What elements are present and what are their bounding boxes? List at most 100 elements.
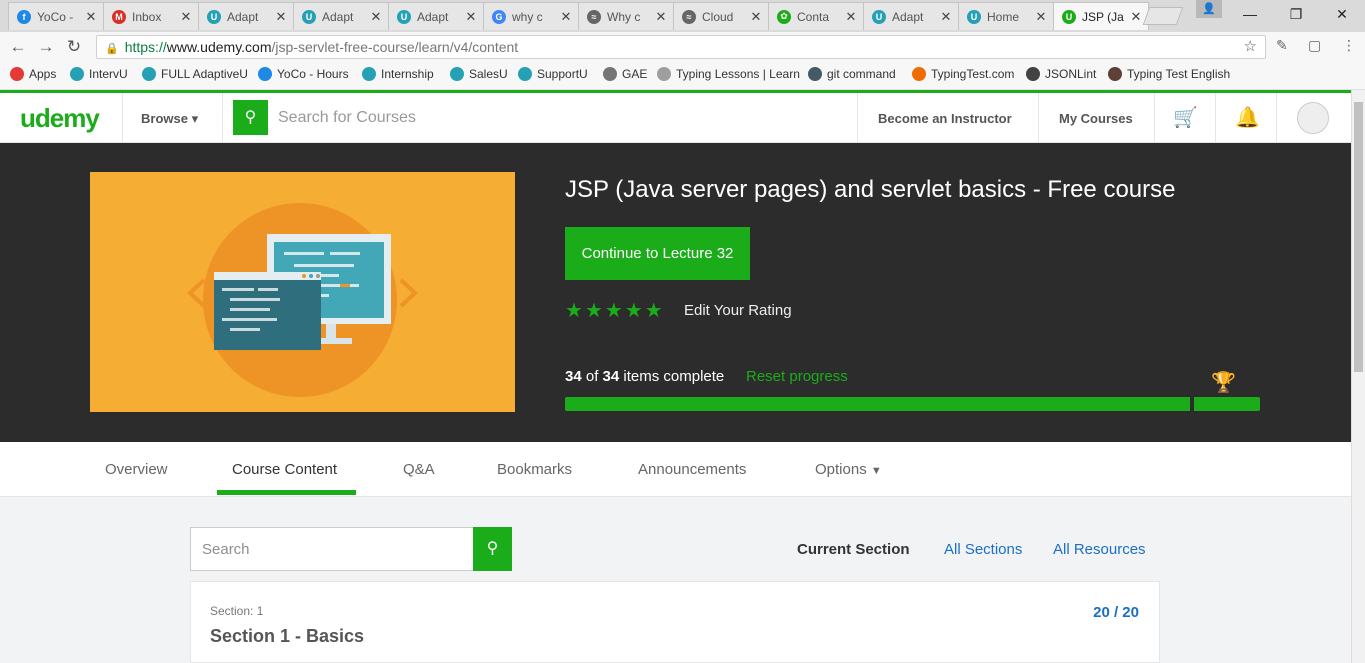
header-search-icon[interactable]: ⚲	[233, 100, 268, 135]
filter-all-sections[interactable]: All Sections	[944, 541, 1022, 558]
bookmark-item[interactable]: FULL AdaptiveU	[142, 67, 248, 81]
star-icon[interactable]: ★	[625, 300, 645, 322]
reset-progress-link[interactable]: Reset progress	[746, 368, 848, 385]
browser-tab-title: Adapt	[322, 9, 354, 24]
bookmark-star-icon[interactable]: ☆	[1244, 36, 1257, 58]
close-tab-icon[interactable]: ✕	[1033, 9, 1049, 25]
scrollbar-thumb[interactable]	[1354, 102, 1363, 372]
forward-arrow-icon[interactable]: →	[35, 36, 57, 58]
bookmark-item[interactable]: GAE	[603, 67, 647, 81]
bookmark-item[interactable]: Typing Lessons | Learn	[657, 67, 800, 81]
close-tab-icon[interactable]: ✕	[558, 9, 574, 25]
bookmark-item[interactable]: IntervU	[70, 67, 128, 81]
course-title: JSP (Java server pages) and servlet basi…	[565, 176, 1176, 203]
browser-tab[interactable]: U JSP (Ja ✕	[1053, 2, 1149, 30]
tab-announcements[interactable]: Announcements	[638, 461, 746, 478]
bookmark-item[interactable]: SupportU	[518, 67, 588, 81]
close-tab-icon[interactable]: ✕	[178, 9, 194, 25]
close-tab-icon[interactable]: ✕	[273, 9, 289, 25]
close-tab-icon[interactable]: ✕	[843, 9, 859, 25]
filter-current-section[interactable]: Current Section	[797, 541, 910, 558]
bookmarks-bar: Apps IntervU FULL AdaptiveU YoCo - Hours Int…	[0, 62, 1365, 90]
apps-grid-icon	[10, 67, 24, 81]
browser-tab-title: Inbox	[132, 9, 162, 24]
become-instructor-link[interactable]: Become an Instructor	[878, 111, 1012, 126]
course-hero: JSP (Java server pages) and servlet basi…	[0, 143, 1351, 442]
content-search-icon[interactable]: ⚲	[473, 527, 512, 571]
close-tab-icon[interactable]: ✕	[748, 9, 764, 25]
browse-menu[interactable]: Browse ▾	[141, 111, 198, 127]
section-card[interactable]: Section: 1 Section 1 - Basics 20 / 20	[190, 581, 1160, 663]
eyedropper-icon[interactable]: ✎	[1276, 37, 1288, 54]
bookmark-favicon-icon	[603, 67, 617, 81]
tab-overview[interactable]: Overview	[105, 461, 168, 478]
minimize-icon[interactable]: —	[1227, 0, 1273, 28]
bell-icon[interactable]: 🔔	[1235, 105, 1260, 130]
browser-tab[interactable]: ≈ Cloud ✕	[673, 2, 769, 30]
bookmark-item[interactable]: git command	[808, 67, 896, 81]
udemy-u-icon: U	[397, 9, 411, 24]
cart-icon[interactable]: 🛒	[1173, 105, 1198, 130]
address-bar[interactable]: 🔒 https://www.udemy.com/jsp-servlet-free-…	[96, 35, 1266, 59]
filter-all-resources[interactable]: All Resources	[1053, 541, 1146, 558]
close-tab-icon[interactable]: ✕	[368, 9, 384, 25]
rating-stars[interactable]: ★★★★★	[565, 298, 665, 323]
edit-rating-link[interactable]: Edit Your Rating	[684, 302, 792, 319]
browser-tab[interactable]: U Adapt ✕	[388, 2, 484, 30]
bookmark-item[interactable]: JSONLint	[1026, 67, 1096, 81]
header-search-input[interactable]	[268, 100, 848, 135]
my-courses-link[interactable]: My Courses	[1059, 111, 1133, 126]
browser-tab[interactable]: U Adapt ✕	[293, 2, 389, 30]
star-icon[interactable]: ★	[645, 300, 665, 322]
close-tab-icon[interactable]: ✕	[653, 9, 669, 25]
extension-icon[interactable]: ▢	[1308, 37, 1321, 54]
close-tab-icon[interactable]: ✕	[463, 9, 479, 25]
browser-tab[interactable]: ✿ Conta ✕	[768, 2, 864, 30]
close-tab-icon[interactable]: ✕	[938, 9, 954, 25]
browser-tab[interactable]: U Adapt ✕	[198, 2, 294, 30]
content-search-input[interactable]	[190, 527, 474, 571]
bookmark-item[interactable]: Typing Test English	[1108, 67, 1230, 81]
close-tab-icon[interactable]: ✕	[1128, 9, 1144, 25]
progress-marker	[1190, 397, 1194, 411]
browser-tab[interactable]: ≈ Why c ✕	[578, 2, 674, 30]
continue-lecture-button[interactable]: Continue to Lecture 32	[565, 227, 750, 280]
section-progress-count: 20 / 20	[1093, 604, 1139, 621]
page-scrollbar[interactable]	[1351, 90, 1365, 663]
restore-icon[interactable]: ❐	[1273, 0, 1319, 28]
bookmark-item[interactable]: YoCo - Hours	[258, 67, 349, 81]
bookmark-favicon-icon	[450, 67, 464, 81]
bookmark-favicon-icon	[362, 67, 376, 81]
progress-bar	[565, 397, 1260, 411]
avatar[interactable]	[1297, 102, 1329, 134]
divider	[122, 93, 123, 143]
tab-options-label: Options	[815, 461, 867, 478]
bookmark-item[interactable]: TypingTest.com	[912, 67, 1014, 81]
bookmark-item[interactable]: SalesU	[450, 67, 508, 81]
close-tab-icon[interactable]: ✕	[83, 9, 99, 25]
browser-tab[interactable]: U Home ✕	[958, 2, 1054, 30]
new-tab-button[interactable]	[1142, 7, 1184, 25]
menu-icon[interactable]: ⋮	[1342, 37, 1356, 54]
close-window-icon[interactable]: ✕	[1319, 0, 1365, 28]
tab-options[interactable]: Options ▼	[815, 461, 882, 478]
udemy-u-icon: U	[302, 9, 316, 24]
back-arrow-icon[interactable]: ←	[7, 36, 29, 58]
tab-qa[interactable]: Q&A	[403, 461, 435, 478]
browser-tab[interactable]: U Adapt ✕	[863, 2, 959, 30]
browser-tab[interactable]: f YoCo - ✕	[8, 2, 104, 30]
udemy-logo[interactable]: udemy	[20, 103, 100, 134]
stack-icon: ≈	[587, 9, 601, 24]
browser-tab[interactable]: M Inbox ✕	[103, 2, 199, 30]
reload-icon[interactable]: ↻	[63, 36, 85, 58]
tab-bookmarks[interactable]: Bookmarks	[497, 461, 572, 478]
browser-tab-title: Home	[987, 9, 1020, 24]
star-icon[interactable]: ★	[585, 300, 605, 322]
tab-course-content[interactable]: Course Content	[232, 461, 337, 478]
profile-icon[interactable]: 👤	[1196, 0, 1222, 18]
browser-tab[interactable]: Gwhy c ✕	[483, 2, 579, 30]
bookmark-item[interactable]: Internship	[362, 67, 434, 81]
bookmark-item[interactable]: Apps	[10, 67, 56, 81]
star-icon[interactable]: ★	[605, 300, 625, 322]
star-icon[interactable]: ★	[565, 300, 585, 322]
